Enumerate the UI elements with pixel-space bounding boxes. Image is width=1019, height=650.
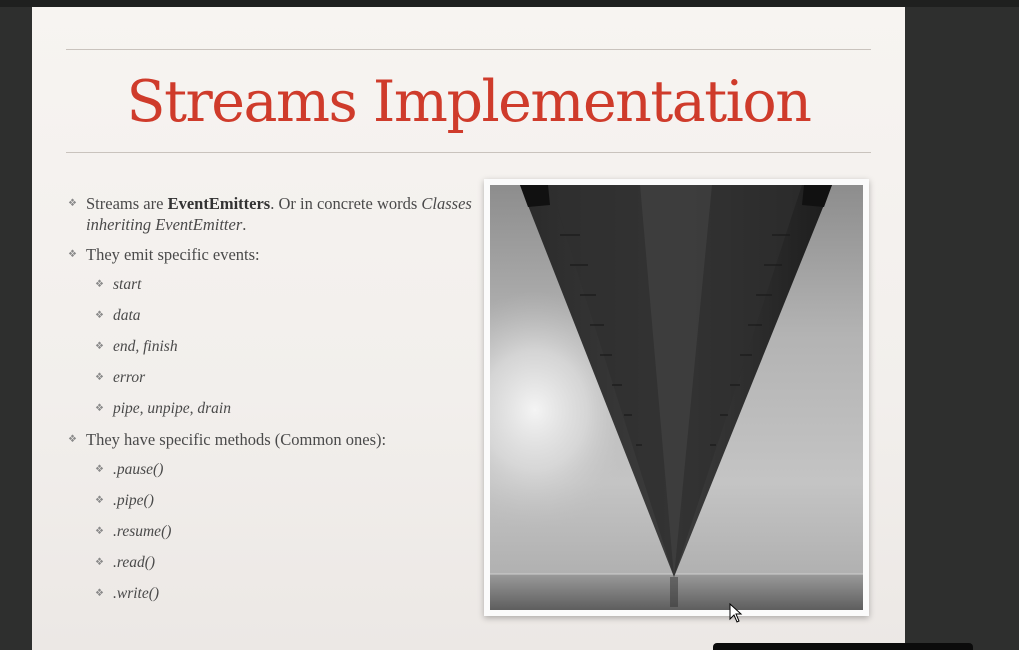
- diamond-bullet-icon: ❖: [95, 557, 104, 568]
- sub-bullet-item: ❖ .pipe(): [95, 490, 488, 511]
- bridge-underside-photo: [490, 185, 863, 610]
- diamond-bullet-icon: ❖: [95, 372, 104, 383]
- bullet-text: They emit specific events:: [86, 245, 260, 264]
- bullet-text: start: [113, 276, 142, 293]
- sub-bullet-item: ❖ data: [95, 305, 488, 326]
- bullet-text: .read(): [113, 554, 156, 571]
- title-rule-top: [66, 49, 871, 50]
- diamond-bullet-icon: ❖: [95, 310, 104, 321]
- overlay-toolbar-edge: [713, 643, 973, 650]
- window-top-bar: [0, 0, 1019, 7]
- bullet-text: They have specific methods (Common ones)…: [86, 430, 387, 449]
- bullet-text: .resume(): [113, 523, 172, 540]
- diamond-bullet-icon: ❖: [95, 403, 104, 414]
- bullet-text: Streams are: [86, 194, 168, 213]
- bullet-text: . Or in concrete words: [270, 194, 422, 213]
- sub-bullet-item: ❖ .write(): [95, 583, 488, 604]
- sub-bullet-item: ❖ error: [95, 367, 488, 388]
- bullet-item: ❖ Streams are EventEmitters. Or in concre…: [68, 193, 488, 235]
- sub-bullet-item: ❖ .read(): [95, 552, 488, 573]
- bullet-text: end, finish: [113, 338, 178, 355]
- bullet-text: .pause(): [113, 461, 164, 478]
- slide-title: Streams Implementation: [126, 69, 812, 135]
- bullet-text: .pipe(): [113, 492, 154, 509]
- diamond-bullet-icon: ❖: [95, 279, 104, 290]
- bullet-text: .write(): [113, 585, 160, 602]
- bullet-text: data: [113, 307, 141, 324]
- diamond-bullet-icon: ❖: [95, 341, 104, 352]
- slide-photo-frame: [484, 179, 869, 616]
- bullet-item: ❖ They emit specific events:: [68, 244, 488, 265]
- diamond-bullet-icon: ❖: [68, 198, 77, 209]
- bullet-list: ❖ Streams are EventEmitters. Or in concre…: [68, 193, 488, 614]
- sub-bullet-item: ❖ end, finish: [95, 336, 488, 357]
- diamond-bullet-icon: ❖: [95, 588, 104, 599]
- sub-bullet-item: ❖ .pause(): [95, 459, 488, 480]
- bullet-text: EventEmitters: [167, 194, 271, 213]
- sub-bullet-item: ❖ start: [95, 274, 488, 295]
- diamond-bullet-icon: ❖: [68, 434, 77, 445]
- bullet-text: pipe, unpipe, drain: [113, 400, 231, 417]
- sub-bullet-item: ❖ .resume(): [95, 521, 488, 542]
- title-rule-bottom: [66, 152, 871, 153]
- mouse-pointer-icon: [729, 602, 743, 628]
- sub-bullet-item: ❖ pipe, unpipe, drain: [95, 398, 488, 419]
- diamond-bullet-icon: ❖: [95, 526, 104, 537]
- presentation-slide: Streams Implementation ❖ Streams are Even…: [32, 7, 905, 650]
- bullet-item: ❖ They have specific methods (Common ones…: [68, 429, 488, 450]
- diamond-bullet-icon: ❖: [95, 464, 104, 475]
- diamond-bullet-icon: ❖: [95, 495, 104, 506]
- diamond-bullet-icon: ❖: [68, 249, 77, 260]
- bullet-text: error: [113, 369, 146, 386]
- bullet-text: .: [242, 215, 247, 234]
